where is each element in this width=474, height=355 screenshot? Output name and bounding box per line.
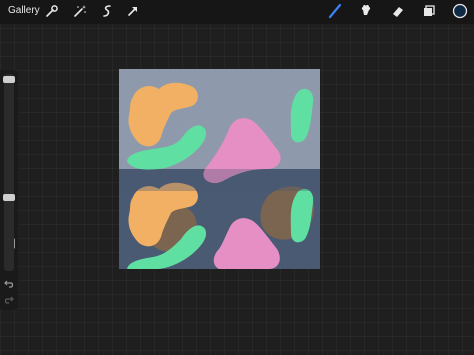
top-toolbar: Gallery (0, 0, 474, 24)
gallery-button[interactable]: Gallery (8, 5, 40, 16)
magic-wand-icon[interactable] (72, 3, 88, 19)
layers-icon[interactable] (421, 3, 437, 19)
brush-size-thumb[interactable] (3, 76, 15, 83)
wrench-icon[interactable] (44, 3, 60, 19)
color-swatch-icon[interactable] (452, 3, 468, 19)
transform-arrow-icon[interactable] (125, 3, 141, 19)
selection-icon[interactable] (99, 3, 115, 19)
redo-icon[interactable] (3, 294, 15, 306)
drawing-canvas[interactable] (119, 69, 320, 269)
undo-icon[interactable] (3, 278, 15, 290)
canvas-overlap-shade (119, 169, 320, 191)
opacity-slider[interactable] (4, 193, 14, 271)
left-sidebar (0, 70, 18, 310)
opacity-thumb[interactable] (3, 194, 15, 201)
smudge-icon[interactable] (358, 3, 374, 19)
eraser-icon[interactable] (390, 3, 406, 19)
brush-icon[interactable] (327, 3, 343, 19)
